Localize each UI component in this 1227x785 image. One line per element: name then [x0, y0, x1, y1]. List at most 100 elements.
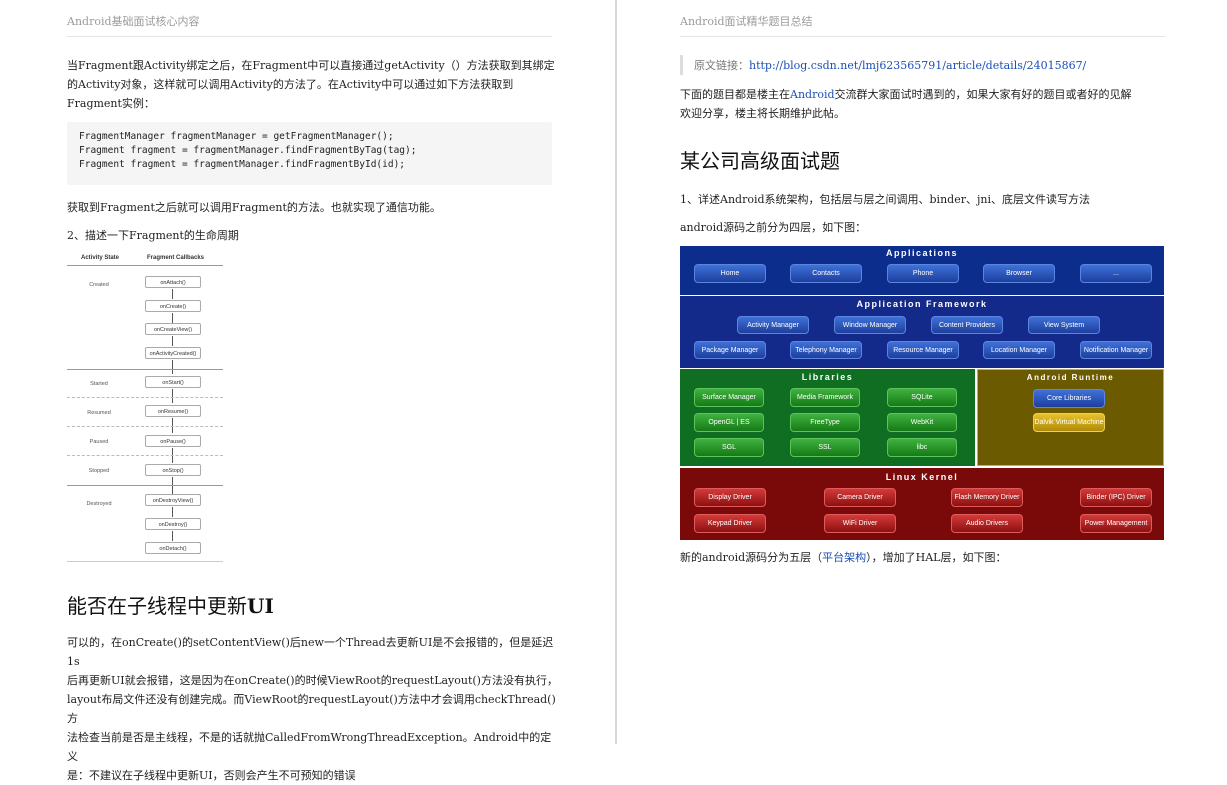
flow-arrow: [172, 531, 173, 541]
callback-onpause: onPause(): [145, 435, 201, 447]
lib-freetype: FreeType: [790, 413, 860, 432]
app-home: Home: [694, 264, 766, 283]
flow-arrow: [172, 389, 173, 403]
framework-title: Application Framework: [856, 299, 988, 309]
text-line: 当Fragment跟Activity绑定之后，在Fragment中可以直接通过g…: [67, 59, 555, 72]
state-started: Started: [90, 381, 108, 387]
activity-state-header: Activity State: [81, 255, 120, 261]
core-libraries: Core Libraries: [1033, 389, 1105, 408]
five-layer-desc: 新的android源码分为五层（平台架构），增加了HAL层，如下图：: [680, 548, 1170, 567]
fw-resource-manager: Resource Manager: [887, 341, 959, 359]
flow-arrow: [172, 507, 173, 517]
blockquote-bar: [680, 55, 683, 75]
kernel-audio-drivers: Audio Drivers: [951, 514, 1023, 533]
intro-text: 下面的题目都是楼主在: [680, 88, 790, 101]
source-link[interactable]: http://blog.csdn.net/lmj623565791/articl…: [749, 59, 1086, 72]
app-contacts: Contacts: [790, 264, 862, 283]
desc-text: 新的android源码分为五层（: [680, 551, 823, 564]
applications-layer: Applications Home Contacts Phone Browser…: [680, 246, 1164, 295]
header-divider: [67, 36, 552, 37]
flow-arrow: [172, 336, 173, 346]
left-page: Android基础面试核心内容 当Fragment跟Activity绑定之后，在…: [0, 0, 616, 782]
intro-text: 欢迎分享，楼主将长期维护此帖。: [680, 107, 845, 120]
lib-opengl: OpenGL | ES: [694, 413, 764, 432]
callback-onattach: onAttach(): [145, 276, 201, 288]
source-link-quote: 原文链接：http://blog.csdn.net/lmj623565791/a…: [694, 56, 1174, 75]
header-divider: [680, 36, 1165, 37]
text-line: 是：不建议在子线程中更新UI，否则会产生不可预知的错误: [67, 769, 356, 782]
lib-sqlite: SQLite: [887, 388, 957, 407]
question-1: 1、详述Android系统架构，包括层与层之间调用、binder、jni、底层文…: [680, 193, 1090, 206]
platform-arch-link[interactable]: 平台架构: [822, 551, 866, 564]
section-title-ui-thread: 能否在子线程中更新UI: [67, 590, 274, 619]
framework-layer: Application Framework Activity Manager W…: [680, 296, 1164, 368]
flow-arrow: [172, 360, 173, 374]
source-label: 原文链接：: [694, 59, 749, 72]
kernel-binder-driver: Binder (IPC) Driver: [1080, 488, 1152, 507]
fw-view-system: View System: [1028, 316, 1100, 334]
fw-activity-manager: Activity Manager: [737, 316, 809, 334]
ui-thread-paragraph: 可以的，在onCreate()的setContentView()后new一个Th…: [67, 633, 562, 785]
kernel-keypad-driver: Keypad Driver: [694, 514, 766, 533]
text-line: 后再更新UI就会报错，这是因为在onCreate()的时候ViewRoot的re…: [67, 674, 558, 687]
state-paused: Paused: [89, 439, 109, 445]
header-rule: [67, 265, 223, 266]
code-block: FragmentManager fragmentManager = getFra…: [67, 122, 552, 185]
text-line: Fragment实例：: [67, 97, 155, 110]
libraries-title: Libraries: [801, 372, 854, 382]
callback-onstart: onStart(): [145, 376, 201, 388]
lib-libc: libc: [887, 438, 957, 457]
callback-ondetach: onDetach(): [145, 542, 201, 554]
fw-package-manager: Package Manager: [694, 341, 766, 359]
lib-surface-manager: Surface Manager: [694, 388, 764, 407]
code-line: Fragment fragment = fragmentManager.find…: [79, 159, 406, 170]
fw-telephony-manager: Telephony Manager: [790, 341, 862, 359]
text-line: 法检查当前是否是主线程，不是的话就抛CalledFromWrongThreadE…: [67, 731, 552, 763]
kernel-title: Linux Kernel: [885, 472, 959, 482]
libraries-layer: Libraries Surface Manager Media Framewor…: [680, 369, 975, 466]
state-created: Created: [89, 282, 109, 288]
callback-onactivitycreated: onActivityCreated(): [145, 347, 201, 359]
flow-arrow: [172, 289, 173, 299]
communication-paragraph: 获取到Fragment之后就可以调用Fragment的方法。也就实现了通信功能。: [67, 201, 441, 214]
kernel-display-driver: Display Driver: [694, 488, 766, 507]
kernel-layer: Linux Kernel Display Driver Camera Drive…: [680, 468, 1164, 540]
four-layer-desc: android源码之前分为四层，如下图：: [680, 221, 867, 234]
text-line: 的Activity对象，这样就可以调用Activity的方法了。在Activit…: [67, 78, 514, 91]
lib-media-framework: Media Framework: [790, 388, 860, 407]
runtime-layer: Android Runtime Core Libraries Dalvik Vi…: [977, 369, 1164, 466]
callback-ondestroy: onDestroy(): [145, 518, 201, 530]
fragment-lifecycle-diagram: Activity State Fragment Callbacks Create…: [67, 252, 223, 564]
fw-location-manager: Location Manager: [983, 341, 1055, 359]
app-browser: Browser: [983, 264, 1055, 283]
intro-text: 交流群大家面试时遇到的，如果大家有好的题目或者好的见解: [834, 88, 1132, 101]
state-divider: [67, 455, 223, 456]
callback-oncreate: onCreate(): [145, 300, 201, 312]
code-line: Fragment fragment = fragmentManager.find…: [79, 145, 417, 156]
applications-title: Applications: [885, 248, 958, 258]
callback-oncreateview: onCreateView(): [145, 323, 201, 335]
lib-ssl: SSL: [790, 438, 860, 457]
state-destroyed: Destroyed: [86, 501, 112, 507]
fw-notification-manager: Notification Manager: [1080, 341, 1152, 359]
lifecycle-question: 2、描述一下Fragment的生命周期: [67, 229, 239, 242]
desc-text: ），增加了HAL层，如下图：: [866, 551, 1007, 564]
fragment-activity-paragraph: 当Fragment跟Activity绑定之后，在Fragment中可以直接通过g…: [67, 56, 557, 113]
callback-ondestroyview: onDestroyView(): [145, 494, 201, 506]
callback-onstop: onStop(): [145, 464, 201, 476]
lib-sgl: SGL: [694, 438, 764, 457]
kernel-wifi-driver: WiFi Driver: [824, 514, 896, 533]
callback-onresume: onResume(): [145, 405, 201, 417]
section-title-text: 能否在子线程中更新: [67, 594, 247, 618]
page-header: Android面试精华题目总结: [680, 15, 813, 28]
intro-paragraph: 下面的题目都是楼主在Android交流群大家面试时遇到的，如果大家有好的题目或者…: [680, 85, 1170, 123]
app-phone: Phone: [887, 264, 959, 283]
kernel-camera-driver: Camera Driver: [824, 488, 896, 507]
text-line: layout布局文件还没有创建完成。而ViewRoot的requestLayou…: [67, 693, 556, 725]
code-line: FragmentManager fragmentManager = getFra…: [79, 131, 394, 142]
lib-webkit: WebKit: [887, 413, 957, 432]
state-rule: [67, 369, 223, 370]
android-link[interactable]: Android: [790, 88, 835, 101]
flow-arrow: [172, 313, 173, 323]
section-title-bold: UI: [247, 594, 274, 618]
